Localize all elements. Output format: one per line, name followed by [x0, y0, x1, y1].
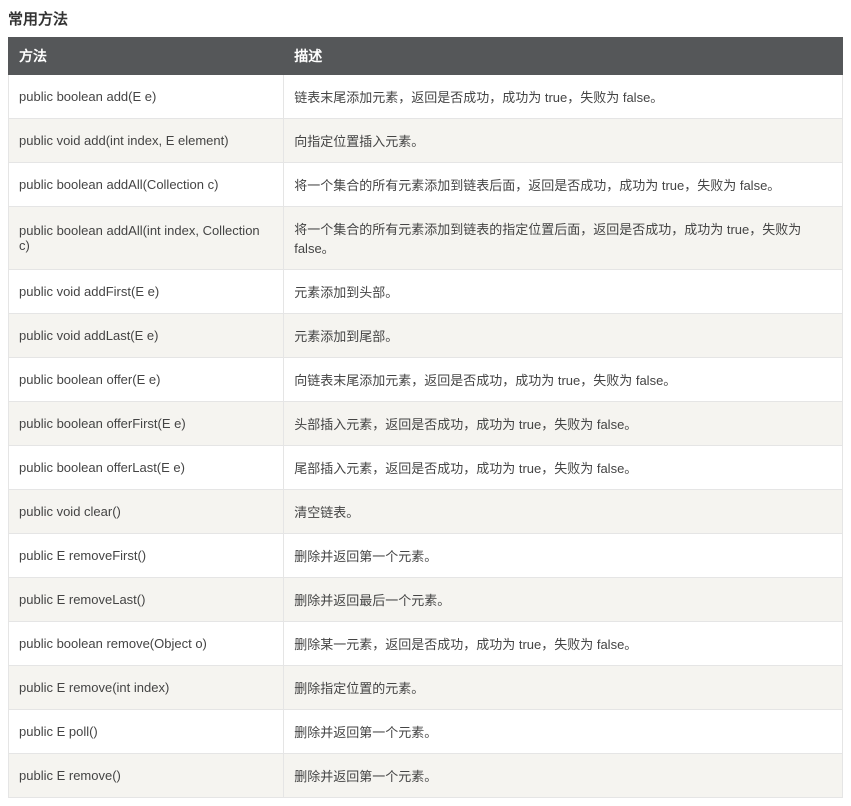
cell-description: 删除某一元素，返回是否成功，成功为 true，失败为 false。	[284, 622, 843, 666]
table-row: public boolean add(E e)链表末尾添加元素，返回是否成功，成…	[9, 75, 843, 119]
cell-method: public boolean offer(E e)	[9, 358, 284, 402]
cell-description: 向链表末尾添加元素，返回是否成功，成功为 true，失败为 false。	[284, 358, 843, 402]
cell-method: public E remove()	[9, 754, 284, 798]
cell-description: 向指定位置插入元素。	[284, 119, 843, 163]
table-row: public E remove()删除并返回第一个元素。	[9, 754, 843, 798]
cell-method: public boolean offerLast(E e)	[9, 446, 284, 490]
table-row: public boolean offer(E e)向链表末尾添加元素，返回是否成…	[9, 358, 843, 402]
table-row: public boolean addAll(Collection c)将一个集合…	[9, 163, 843, 207]
cell-method: public boolean addAll(Collection c)	[9, 163, 284, 207]
cell-description: 元素添加到尾部。	[284, 314, 843, 358]
cell-method: public E removeLast()	[9, 578, 284, 622]
table-row: public E removeLast()删除并返回最后一个元素。	[9, 578, 843, 622]
cell-description: 尾部插入元素，返回是否成功，成功为 true，失败为 false。	[284, 446, 843, 490]
header-description: 描述	[284, 38, 843, 75]
cell-description: 链表末尾添加元素，返回是否成功，成功为 true，失败为 false。	[284, 75, 843, 119]
table-row: public boolean addAll(int index, Collect…	[9, 207, 843, 270]
cell-method: public void clear()	[9, 490, 284, 534]
cell-method: public void addLast(E e)	[9, 314, 284, 358]
cell-method: public boolean remove(Object o)	[9, 622, 284, 666]
cell-description: 删除并返回第一个元素。	[284, 710, 843, 754]
cell-description: 清空链表。	[284, 490, 843, 534]
cell-description: 将一个集合的所有元素添加到链表后面，返回是否成功，成功为 true，失败为 fa…	[284, 163, 843, 207]
cell-description: 删除并返回第一个元素。	[284, 754, 843, 798]
table-row: public void addLast(E e)元素添加到尾部。	[9, 314, 843, 358]
cell-method: public void add(int index, E element)	[9, 119, 284, 163]
table-row: public void add(int index, E element)向指定…	[9, 119, 843, 163]
table-row: public void clear()清空链表。	[9, 490, 843, 534]
cell-method: public E removeFirst()	[9, 534, 284, 578]
cell-description: 删除指定位置的元素。	[284, 666, 843, 710]
table-row: public E removeFirst()删除并返回第一个元素。	[9, 534, 843, 578]
cell-description: 删除并返回第一个元素。	[284, 534, 843, 578]
header-method: 方法	[9, 38, 284, 75]
section-title: 常用方法	[8, 8, 843, 29]
cell-description: 元素添加到头部。	[284, 270, 843, 314]
cell-description: 将一个集合的所有元素添加到链表的指定位置后面，返回是否成功，成功为 true，失…	[284, 207, 843, 270]
cell-method: public void addFirst(E e)	[9, 270, 284, 314]
table-row: public void addFirst(E e)元素添加到头部。	[9, 270, 843, 314]
table-row: public boolean remove(Object o)删除某一元素，返回…	[9, 622, 843, 666]
cell-method: public boolean addAll(int index, Collect…	[9, 207, 284, 270]
table-header-row: 方法 描述	[9, 38, 843, 75]
methods-table: 方法 描述 public boolean add(E e)链表末尾添加元素，返回…	[8, 37, 843, 798]
cell-description: 头部插入元素，返回是否成功，成功为 true，失败为 false。	[284, 402, 843, 446]
table-row: public E poll()删除并返回第一个元素。	[9, 710, 843, 754]
table-row: public E remove(int index)删除指定位置的元素。	[9, 666, 843, 710]
cell-method: public E poll()	[9, 710, 284, 754]
cell-method: public boolean add(E e)	[9, 75, 284, 119]
cell-method: public boolean offerFirst(E e)	[9, 402, 284, 446]
cell-description: 删除并返回最后一个元素。	[284, 578, 843, 622]
cell-method: public E remove(int index)	[9, 666, 284, 710]
table-row: public boolean offerLast(E e)尾部插入元素，返回是否…	[9, 446, 843, 490]
table-row: public boolean offerFirst(E e)头部插入元素，返回是…	[9, 402, 843, 446]
